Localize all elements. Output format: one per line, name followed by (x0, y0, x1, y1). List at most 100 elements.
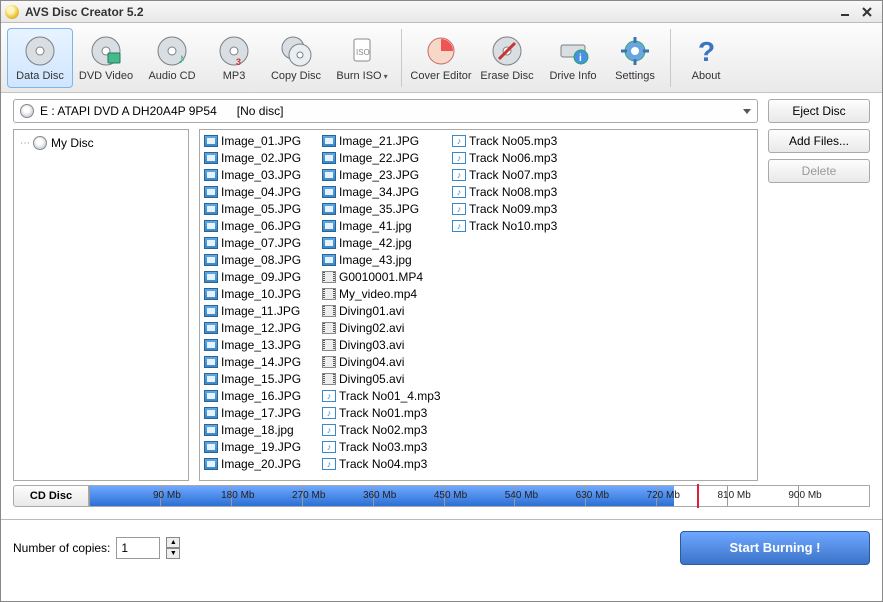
file-item[interactable]: Track No06.mp3 (450, 149, 580, 166)
settings-button[interactable]: Settings (606, 28, 664, 88)
file-item[interactable]: Track No05.mp3 (450, 132, 580, 149)
file-item[interactable]: Image_18.jpg (202, 421, 320, 438)
file-name: Image_11.JPG (221, 304, 300, 318)
file-item[interactable]: Image_21.JPG (320, 132, 450, 149)
file-item[interactable]: Image_19.JPG (202, 438, 320, 455)
file-item[interactable]: Image_43.jpg (320, 251, 450, 268)
img-file-icon (204, 237, 218, 249)
file-item[interactable]: Diving05.avi (320, 370, 450, 387)
copy-disc-button[interactable]: Copy Disc (263, 28, 329, 88)
copies-down[interactable]: ▼ (166, 548, 180, 559)
footer: Number of copies: ▲ ▼ Start Burning ! (1, 519, 882, 575)
file-item[interactable]: Image_12.JPG (202, 319, 320, 336)
file-name: Image_19.JPG (221, 440, 301, 454)
file-item[interactable]: Track No09.mp3 (450, 200, 580, 217)
audio-cd-button[interactable]: ♪ Audio CD (139, 28, 205, 88)
file-item[interactable]: Image_06.JPG (202, 217, 320, 234)
file-item[interactable]: Track No04.mp3 (320, 455, 450, 472)
eject-disc-button[interactable]: Eject Disc (768, 99, 870, 123)
file-item[interactable]: Image_03.JPG (202, 166, 320, 183)
about-button[interactable]: ? About (677, 28, 735, 88)
file-item[interactable]: Diving02.avi (320, 319, 450, 336)
start-burning-button[interactable]: Start Burning ! (680, 531, 870, 565)
drive-select[interactable]: E : ATAPI DVD A DH20A4P 9P54 [No disc] (13, 99, 758, 123)
img-file-icon (322, 203, 336, 215)
toolbar-separator (401, 29, 402, 87)
app-icon (5, 5, 19, 19)
file-item[interactable]: Image_41.jpg (320, 217, 450, 234)
file-item[interactable]: Track No01.mp3 (320, 404, 450, 421)
vid-file-icon (322, 339, 336, 351)
dvd-video-button[interactable]: DVD Video (73, 28, 139, 88)
file-name: My_video.mp4 (339, 287, 417, 301)
main-toolbar: Data Disc DVD Video ♪ Audio CD 3 MP3 Cop… (1, 23, 882, 93)
file-name: Track No10.mp3 (469, 219, 557, 233)
file-item[interactable]: Image_42.jpg (320, 234, 450, 251)
file-item[interactable]: Image_02.JPG (202, 149, 320, 166)
file-item[interactable]: Track No01_4.mp3 (320, 387, 450, 404)
file-list[interactable]: Image_01.JPGImage_02.JPGImage_03.JPGImag… (199, 129, 758, 481)
add-files-button[interactable]: Add Files... (768, 129, 870, 153)
file-name: Track No04.mp3 (339, 457, 427, 471)
file-item[interactable]: Image_05.JPG (202, 200, 320, 217)
img-file-icon (204, 356, 218, 368)
close-button[interactable] (856, 5, 878, 19)
file-item[interactable]: My_video.mp4 (320, 285, 450, 302)
file-name: Image_05.JPG (221, 202, 301, 216)
file-item[interactable]: Diving04.avi (320, 353, 450, 370)
file-name: Track No02.mp3 (339, 423, 427, 437)
file-item[interactable]: Image_17.JPG (202, 404, 320, 421)
mp3-button[interactable]: 3 MP3 (205, 28, 263, 88)
app-title: AVS Disc Creator 5.2 (25, 5, 834, 19)
tree-root[interactable]: ⋯ My Disc (18, 134, 184, 152)
file-item[interactable]: Track No10.mp3 (450, 217, 580, 234)
delete-button[interactable]: Delete (768, 159, 870, 183)
file-item[interactable]: Image_07.JPG (202, 234, 320, 251)
file-item[interactable]: Track No07.mp3 (450, 166, 580, 183)
file-item[interactable]: Image_08.JPG (202, 251, 320, 268)
file-item[interactable]: Diving01.avi (320, 302, 450, 319)
data-disc-button[interactable]: Data Disc (7, 28, 73, 88)
file-item[interactable]: Track No02.mp3 (320, 421, 450, 438)
file-item[interactable]: Track No03.mp3 (320, 438, 450, 455)
copies-up[interactable]: ▲ (166, 537, 180, 548)
file-item[interactable]: Image_35.JPG (320, 200, 450, 217)
file-item[interactable]: Image_04.JPG (202, 183, 320, 200)
file-item[interactable]: Image_16.JPG (202, 387, 320, 404)
mp3-icon: 3 (217, 34, 251, 68)
img-file-icon (204, 271, 218, 283)
copies-input[interactable] (116, 537, 160, 559)
erase-disc-button[interactable]: Erase Disc (474, 28, 540, 88)
svg-text:i: i (579, 53, 582, 64)
vid-file-icon (322, 322, 336, 334)
file-item[interactable]: Image_15.JPG (202, 370, 320, 387)
file-item[interactable]: Image_13.JPG (202, 336, 320, 353)
main-area: ⋯ My Disc Image_01.JPGImage_02.JPGImage_… (1, 129, 882, 481)
file-name: Image_07.JPG (221, 236, 301, 250)
settings-label: Settings (615, 70, 655, 82)
file-item[interactable]: Diving03.avi (320, 336, 450, 353)
drive-info-button[interactable]: i Drive Info (540, 28, 606, 88)
file-item[interactable]: Image_23.JPG (320, 166, 450, 183)
file-item[interactable]: Image_11.JPG (202, 302, 320, 319)
file-item[interactable]: G0010001.MP4 (320, 268, 450, 285)
tree-root-label: My Disc (51, 136, 94, 150)
title-bar: AVS Disc Creator 5.2 (1, 1, 882, 23)
file-item[interactable]: Image_01.JPG (202, 132, 320, 149)
minimize-button[interactable] (834, 5, 856, 19)
file-item[interactable]: Image_34.JPG (320, 183, 450, 200)
file-item[interactable]: Image_09.JPG (202, 268, 320, 285)
burn-iso-button[interactable]: ISO Burn ISO▾ (329, 28, 395, 88)
file-item[interactable]: Track No08.mp3 (450, 183, 580, 200)
file-name: Image_12.JPG (221, 321, 301, 335)
disc-type-button[interactable]: CD Disc (13, 485, 89, 507)
cover-editor-button[interactable]: Cover Editor (408, 28, 474, 88)
vid-file-icon (322, 288, 336, 300)
file-item[interactable]: Image_20.JPG (202, 455, 320, 472)
file-item[interactable]: Image_22.JPG (320, 149, 450, 166)
cover-editor-icon (424, 34, 458, 68)
file-item[interactable]: Image_14.JPG (202, 353, 320, 370)
file-item[interactable]: Image_10.JPG (202, 285, 320, 302)
disc-tree[interactable]: ⋯ My Disc (13, 129, 189, 481)
copies-label: Number of copies: (13, 541, 110, 555)
